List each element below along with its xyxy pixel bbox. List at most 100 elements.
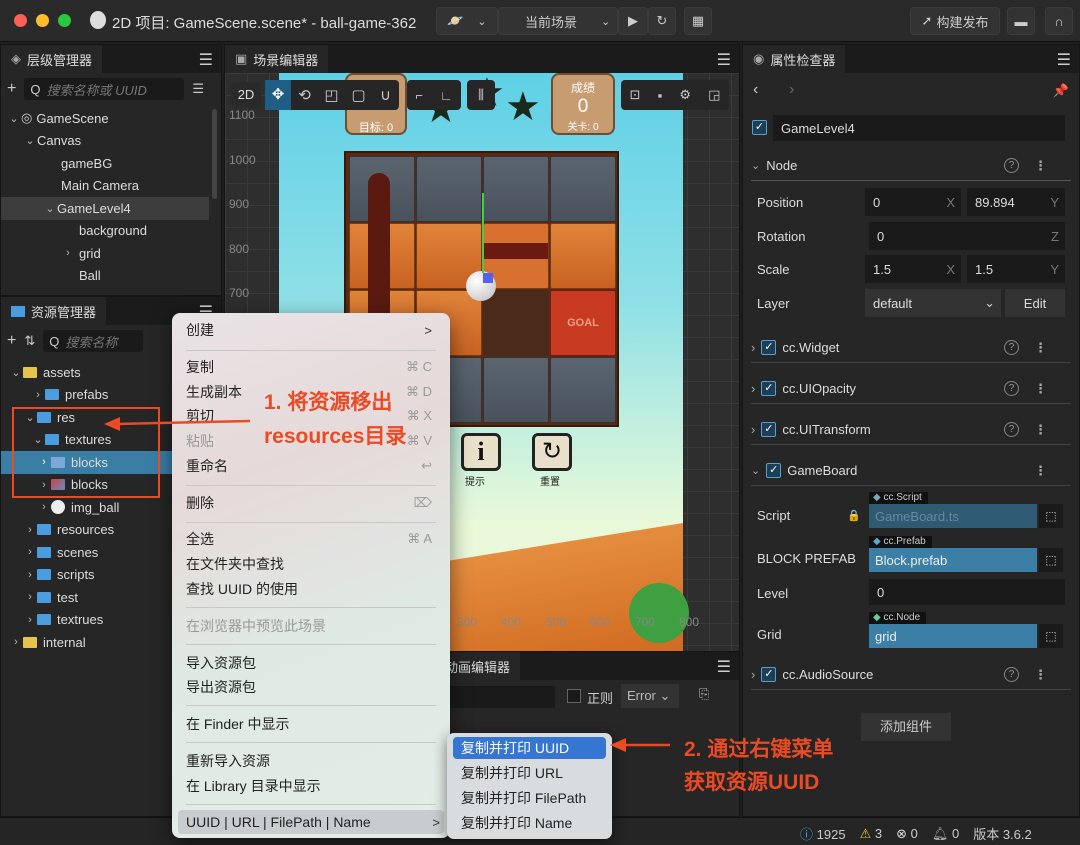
menu-item-find-uuid-usage[interactable]: 查找 UUID 的使用	[186, 578, 436, 600]
tree-node-main-camera[interactable]: Main Camera	[1, 175, 221, 198]
list-icon[interactable]: ☰	[192, 81, 204, 97]
hierarchy-search-input[interactable]: Q 搜索名称或 UUID	[24, 78, 185, 100]
scene-select[interactable]: 当前场景 ⌄	[498, 7, 618, 35]
tree-node-background[interactable]: background	[1, 220, 221, 243]
regex-checkbox[interactable]	[567, 689, 581, 703]
node-name-input[interactable]: GameLevel4	[773, 115, 1065, 141]
warning-count[interactable]: ⚠ 3	[860, 826, 883, 842]
more-icon[interactable]: ⋮	[1034, 463, 1047, 479]
rotate-tool-icon[interactable]: ⟲	[291, 86, 318, 104]
submenu-copy-print-filepath[interactable]: 复制并打印 FilePath	[453, 787, 606, 809]
tab-hierarchy[interactable]: ◈ 层级管理器	[1, 45, 103, 73]
assets-search-input[interactable]: Q 搜索名称	[43, 330, 144, 352]
camera-icon[interactable]: ▪	[658, 88, 663, 103]
component-cc-uitransform[interactable]: › ✓ cc.UITransform? ⋮	[751, 415, 1071, 445]
tab-assets[interactable]: 资源管理器	[1, 297, 107, 325]
tree-node-ball[interactable]: Ball	[1, 265, 221, 288]
zoom-window-button[interactable]	[58, 14, 71, 27]
node-active-checkbox[interactable]: ✓	[752, 120, 767, 135]
add-icon[interactable]: +	[7, 332, 16, 350]
pick-node-icon[interactable]: ⬚	[1039, 624, 1063, 648]
gizmo-settings-icon[interactable]: ◲	[708, 87, 720, 103]
tree-node-grid[interactable]: › grid	[1, 242, 221, 265]
error-count[interactable]: ⊗ 0	[896, 826, 918, 842]
menu-item-reimport[interactable]: 重新导入资源	[186, 750, 436, 772]
component-enabled-checkbox[interactable]: ✓	[761, 422, 777, 437]
local-global-icon[interactable]: ∟	[440, 88, 453, 103]
more-icon[interactable]: ⋮	[1034, 158, 1047, 174]
move-tool-icon[interactable]: ✥	[265, 80, 291, 110]
component-gameboard[interactable]: ⌄ ✓ GameBoard ⋮	[751, 456, 1071, 486]
menu-item-show-in-finder[interactable]: 在 Finder 中显示	[186, 713, 436, 735]
scale-y-input[interactable]: 1.5 Y	[967, 255, 1065, 283]
component-enabled-checkbox[interactable]: ✓	[761, 667, 777, 682]
forward-arrow-icon[interactable]: ›	[789, 81, 794, 99]
menu-item-export-package[interactable]: 导出资源包	[186, 676, 436, 698]
notification-count[interactable]: 🔔︎ 0	[932, 826, 959, 842]
menu-item-show-in-library[interactable]: 在 Library 目录中显示	[186, 775, 436, 797]
headset-button[interactable]: ∩	[1045, 7, 1073, 35]
tree-node-gamescene[interactable]: ⌄ ◎ GameScene	[1, 107, 221, 130]
refresh-button[interactable]: ↻	[648, 7, 676, 35]
component-cc-audiosource[interactable]: › ✓ cc.AudioSource? ⋮	[751, 660, 1071, 690]
node-section-header[interactable]: ⌄ Node? ⋮	[751, 151, 1071, 181]
rect-tool-icon[interactable]: ▢	[345, 86, 372, 104]
play-button[interactable]: ▶	[618, 7, 648, 35]
more-icon[interactable]: ⋮	[1034, 381, 1047, 397]
clear-log-icon[interactable]: ⎘	[699, 686, 709, 702]
component-enabled-checkbox[interactable]: ✓	[761, 381, 777, 396]
panel-menu-icon[interactable]: ☰	[717, 657, 731, 677]
pivot-icon[interactable]: ⌐	[415, 88, 423, 103]
back-arrow-icon[interactable]: ‹	[753, 81, 758, 99]
actual-size-icon[interactable]: ⊡	[630, 87, 641, 103]
snap-tool-icon[interactable]: ∪	[372, 86, 399, 104]
sort-icon[interactable]: ⇅	[24, 333, 35, 349]
tree-node-gamebg[interactable]: gameBG	[1, 152, 221, 175]
more-icon[interactable]: ⋮	[1034, 422, 1047, 438]
menu-item-select-all[interactable]: 全选 ⌘ A	[186, 528, 436, 550]
add-icon[interactable]: +	[7, 80, 16, 98]
more-icon[interactable]: ⋮	[1034, 340, 1047, 356]
component-enabled-checkbox[interactable]: ✓	[766, 463, 782, 478]
tab-inspector[interactable]: ◉ 属性检查器	[743, 45, 846, 73]
submenu-copy-print-uuid[interactable]: 复制并打印 UUID	[453, 737, 606, 759]
platform-select[interactable]: 🪐 ⌄	[436, 7, 498, 35]
pick-asset-icon[interactable]: ⬚	[1039, 504, 1063, 528]
submenu-copy-print-name[interactable]: 复制并打印 Name	[453, 812, 606, 834]
layer-select[interactable]: default ⌄	[865, 289, 1001, 317]
pin-icon[interactable]: 📌	[1053, 83, 1069, 99]
grid-node-field[interactable]: grid	[869, 624, 1037, 648]
help-icon[interactable]: ?	[1004, 340, 1019, 355]
open-folder-button[interactable]: ▬	[1007, 7, 1035, 35]
move-gizmo-y[interactable]	[482, 193, 484, 273]
minimize-window-button[interactable]	[36, 14, 49, 27]
info-count[interactable]: ⓘ 1925	[800, 824, 846, 843]
position-x-input[interactable]: 0X	[865, 188, 961, 216]
menu-item-copy[interactable]: 复制 ⌘ C	[186, 356, 436, 378]
scale-x-input[interactable]: 1.5 X	[865, 255, 961, 283]
menu-item-delete[interactable]: 删除 ⌦	[186, 492, 436, 514]
panel-menu-icon[interactable]: ☰	[1057, 50, 1071, 70]
build-button[interactable]: ➚ 构建发布	[910, 7, 1000, 35]
settings-gear-icon[interactable]: ⚙	[679, 87, 691, 103]
2d-toggle-button[interactable]: 2D	[231, 82, 261, 108]
menu-item-rename[interactable]: 重命名 ↩	[186, 455, 436, 477]
help-icon[interactable]: ?	[1004, 158, 1019, 173]
position-y-input[interactable]: 89.894 Y	[967, 188, 1065, 216]
block-prefab-field[interactable]: Block.prefab	[869, 548, 1037, 572]
reset-button[interactable]: ↻	[532, 433, 572, 471]
qrcode-button[interactable]: ▦	[684, 7, 712, 35]
submenu-copy-print-url[interactable]: 复制并打印 URL	[453, 762, 606, 784]
panel-menu-icon[interactable]: ☰	[717, 50, 731, 70]
menu-item-import-package[interactable]: 导入资源包	[186, 652, 436, 674]
help-icon[interactable]: ?	[1004, 422, 1019, 437]
layer-edit-button[interactable]: Edit	[1005, 289, 1065, 317]
panel-menu-icon[interactable]: ☰	[199, 50, 213, 70]
tab-scene[interactable]: ▣ 场景编辑器	[225, 45, 329, 73]
tree-node-gamelevel4[interactable]: ⌄ GameLevel4	[1, 197, 209, 220]
script-asset-field[interactable]: GameBoard.ts	[869, 504, 1037, 528]
menu-item-find-in-folder[interactable]: 在文件夹中查找	[186, 553, 436, 575]
menu-item-uuid-url-filepath-name[interactable]: UUID | URL | FilePath | Name >	[178, 810, 444, 834]
menu-item-preview-in-browser[interactable]: 在浏览器中预览此场景	[186, 615, 436, 637]
scrollbar[interactable]	[212, 109, 217, 199]
